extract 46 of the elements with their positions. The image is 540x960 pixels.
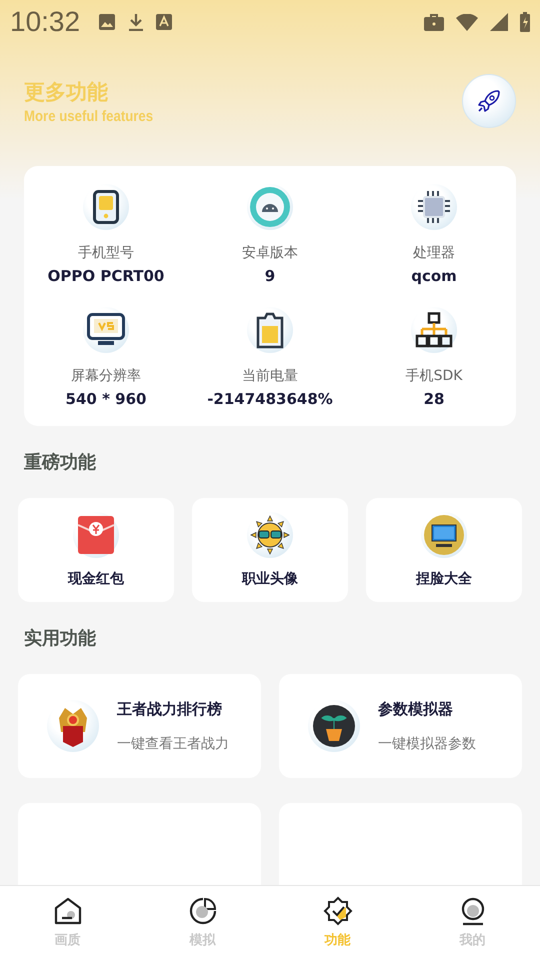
section-title: 重磅功能 [24, 451, 97, 474]
battery-icon [255, 311, 285, 349]
phone-icon [93, 190, 119, 224]
status-time: 10:32 [10, 6, 80, 38]
page-subtitle: More useful features [24, 108, 154, 124]
envelope-icon [77, 515, 115, 555]
battery-charging-icon [520, 12, 530, 32]
monitor-icon [87, 313, 125, 347]
image-icon [98, 13, 116, 31]
info-label: 当前电量 [242, 367, 298, 385]
info-value: OPPO PCRT00 [48, 267, 164, 285]
info-label: 处理器 [413, 244, 455, 262]
pie-chart-icon [188, 896, 218, 926]
tool-card[interactable] [279, 803, 522, 885]
info-label: 安卓版本 [242, 244, 298, 262]
feature-card[interactable]: 职业头像 [192, 498, 348, 602]
tool-card[interactable] [18, 803, 261, 885]
info-value: -2147483648% [207, 390, 333, 408]
page-title: 更多功能 [24, 78, 109, 106]
badge-check-icon [322, 896, 352, 926]
home-icon [52, 896, 82, 926]
section-title: 实用功能 [24, 627, 97, 650]
info-label: 屏幕分辨率 [71, 367, 141, 385]
tool-card[interactable]: 王者战力排行榜 一键查看王者战力 [18, 674, 261, 778]
feature-card[interactable]: 现金红包 [18, 498, 174, 602]
computer-icon [423, 514, 465, 556]
info-value: 9 [264, 267, 276, 285]
rocket-button[interactable] [462, 74, 516, 128]
text-box-icon [156, 14, 172, 30]
download-icon [128, 13, 144, 31]
info-value: qcom [411, 267, 457, 285]
info-label: 手机SDK [406, 367, 462, 385]
briefcase-icon [424, 13, 444, 31]
info-value: 540 * 960 [66, 390, 146, 408]
signal-icon [490, 13, 508, 31]
chip-icon [417, 190, 451, 224]
network-icon [415, 312, 453, 348]
feature-card[interactable]: 捏脸大全 [366, 498, 522, 602]
potted-plant-icon [312, 704, 356, 748]
info-value: 28 [424, 390, 444, 408]
wifi-icon [456, 14, 478, 30]
info-label: 手机型号 [78, 244, 134, 262]
android-icon [248, 185, 292, 229]
rocket-icon [476, 88, 502, 114]
sun-sunglasses-icon [250, 515, 290, 555]
tool-card[interactable]: 参数模拟器 一键模拟器参数 [279, 674, 522, 778]
